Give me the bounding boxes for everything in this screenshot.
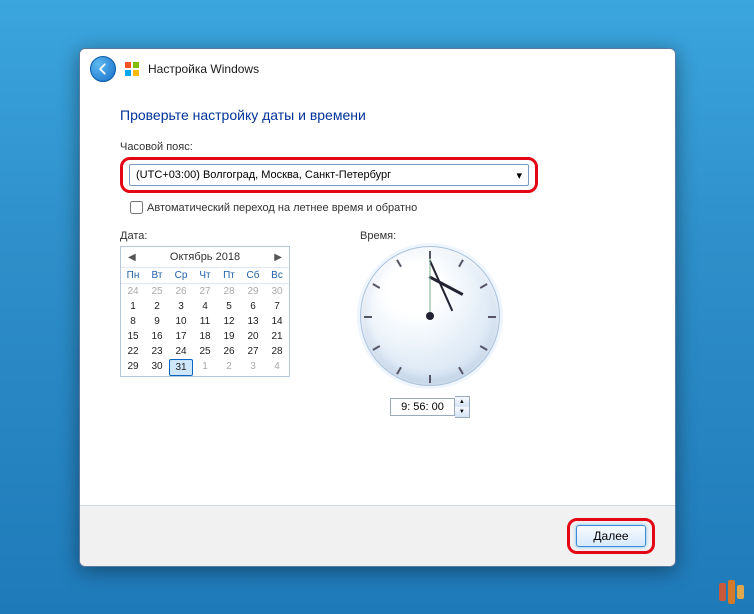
calendar-day[interactable]: 11 [193, 314, 217, 329]
calendar-next[interactable]: ▶ [271, 252, 285, 263]
content-area: Проверьте настройку даты и времени Часов… [80, 89, 675, 505]
calendar-day[interactable]: 20 [241, 329, 265, 344]
time-up-button[interactable]: ▲ [455, 397, 469, 407]
dst-label: Автоматический переход на летнее время и… [147, 202, 417, 214]
dst-row: Автоматический переход на летнее время и… [130, 201, 635, 214]
calendar-day[interactable]: 22 [121, 344, 145, 359]
timezone-label: Часовой пояс: [120, 141, 635, 153]
next-button[interactable]: Далее [576, 525, 646, 547]
time-label: Время: [360, 230, 500, 242]
calendar-day[interactable]: 14 [265, 314, 289, 329]
windows-flag-icon [124, 61, 140, 77]
calendar-prev[interactable]: ◀ [125, 252, 139, 263]
calendar-day[interactable]: 28 [265, 344, 289, 359]
titlebar: Настройка Windows [80, 49, 675, 89]
calendar-day[interactable]: 25 [145, 284, 169, 299]
calendar-day[interactable]: 26 [169, 284, 193, 299]
time-input-group: 9: 56: 00 ▲ ▼ [360, 396, 500, 418]
calendar-day[interactable]: 4 [193, 299, 217, 314]
dst-checkbox[interactable] [130, 201, 143, 214]
hour-hand [429, 275, 464, 295]
chevron-down-icon: ▾ [516, 169, 522, 182]
calendar-day[interactable]: 13 [241, 314, 265, 329]
calendar-day[interactable]: 9 [145, 314, 169, 329]
calendar-day[interactable]: 6 [241, 299, 265, 314]
wizard-window: Настройка Windows Проверьте настройку да… [79, 48, 676, 567]
footer: Далее [80, 505, 675, 566]
calendar-day[interactable]: 28 [217, 284, 241, 299]
analog-clock [360, 246, 500, 386]
window-title: Настройка Windows [148, 62, 259, 76]
back-button[interactable] [90, 56, 116, 82]
date-label: Дата: [120, 230, 290, 242]
calendar-dow: Пт [217, 268, 241, 284]
clock-hub [426, 312, 434, 320]
calendar-dow: Чт [193, 268, 217, 284]
calendar-day[interactable]: 1 [193, 359, 217, 376]
time-field[interactable]: 9: 56: 00 [390, 398, 455, 416]
calendar-day[interactable]: 10 [169, 314, 193, 329]
timezone-highlight: (UTC+03:00) Волгоград, Москва, Санкт-Пет… [120, 157, 538, 193]
calendar-day[interactable]: 23 [145, 344, 169, 359]
calendar-day[interactable]: 29 [241, 284, 265, 299]
calendar-day[interactable]: 30 [145, 359, 169, 376]
calendar-day[interactable]: 27 [193, 284, 217, 299]
time-spinner: ▲ ▼ [455, 396, 470, 418]
calendar-day[interactable]: 5 [217, 299, 241, 314]
calendar-day[interactable]: 25 [193, 344, 217, 359]
calendar-day[interactable]: 3 [169, 299, 193, 314]
calendar-day[interactable]: 18 [193, 329, 217, 344]
calendar-day[interactable]: 24 [121, 284, 145, 299]
calendar-dow: Ср [169, 268, 193, 284]
calendar-day[interactable]: 19 [217, 329, 241, 344]
calendar-day[interactable]: 30 [265, 284, 289, 299]
calendar-day[interactable]: 26 [217, 344, 241, 359]
page-heading: Проверьте настройку даты и времени [120, 107, 635, 123]
timezone-value: (UTC+03:00) Волгоград, Москва, Санкт-Пет… [136, 169, 391, 181]
calendar-day[interactable]: 16 [145, 329, 169, 344]
arrow-left-icon [96, 62, 110, 76]
calendar-day[interactable]: 7 [265, 299, 289, 314]
time-down-button[interactable]: ▼ [455, 407, 469, 417]
calendar-month: Октябрь 2018 [170, 251, 240, 263]
calendar-day[interactable]: 27 [241, 344, 265, 359]
second-hand [430, 258, 431, 316]
calendar-day[interactable]: 21 [265, 329, 289, 344]
calendar-day[interactable]: 17 [169, 329, 193, 344]
calendar-dow: Пн [121, 268, 145, 284]
next-highlight: Далее [567, 518, 655, 554]
calendar-dow: Сб [241, 268, 265, 284]
calendar-grid: ПнВтСрЧтПтСбВс24252627282930123456789101… [121, 268, 289, 376]
calendar-dow: Вт [145, 268, 169, 284]
calendar-day[interactable]: 29 [121, 359, 145, 376]
calendar-day[interactable]: 31 [169, 359, 193, 376]
calendar-day[interactable]: 15 [121, 329, 145, 344]
calendar-day[interactable]: 1 [121, 299, 145, 314]
calendar-day[interactable]: 8 [121, 314, 145, 329]
calendar-day[interactable]: 12 [217, 314, 241, 329]
desktop-shortcut-icon[interactable] [719, 580, 744, 604]
timezone-select[interactable]: (UTC+03:00) Волгоград, Москва, Санкт-Пет… [129, 164, 529, 186]
calendar-day[interactable]: 24 [169, 344, 193, 359]
calendar-day[interactable]: 3 [241, 359, 265, 376]
calendar: ◀ Октябрь 2018 ▶ ПнВтСрЧтПтСбВс242526272… [120, 246, 290, 377]
calendar-day[interactable]: 2 [217, 359, 241, 376]
calendar-day[interactable]: 4 [265, 359, 289, 376]
calendar-day[interactable]: 2 [145, 299, 169, 314]
calendar-dow: Вс [265, 268, 289, 284]
